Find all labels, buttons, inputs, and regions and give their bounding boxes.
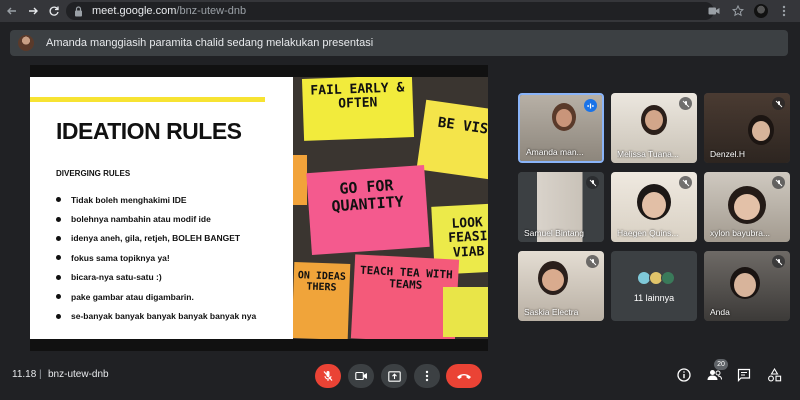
participant-tile-melissa[interactable]: Melissa Tuana... xyxy=(611,93,697,163)
slide-text-panel: IDEATION RULES DIVERGING RULES Tidak bol… xyxy=(30,77,293,339)
more-vert-icon xyxy=(425,370,429,382)
chat-button[interactable] xyxy=(735,366,753,384)
star-icon[interactable] xyxy=(730,3,746,19)
info-icon xyxy=(677,368,691,382)
meeting-controls-bar: 11.18 | bnz-utew-dnb xyxy=(0,356,800,400)
sticky-note-be-visual: BE VIS xyxy=(416,99,488,181)
participant-name: Melissa Tuana... xyxy=(617,149,679,159)
present-button[interactable] xyxy=(381,364,407,388)
rule-item: bicara-nya satu-satu :) xyxy=(56,268,256,287)
end-call-icon xyxy=(457,374,471,379)
others-count-label: 11 lainnya xyxy=(633,293,675,303)
activities-button[interactable] xyxy=(765,366,783,384)
participant-tile-haegen[interactable]: Haegen Quins... xyxy=(611,172,697,242)
rule-item: se-banyak banyak banyak banyak banyak ny… xyxy=(56,306,256,325)
rule-item: bolehnya nambahin atau modif ide xyxy=(56,209,256,228)
slide-accent-bar xyxy=(30,97,265,102)
participant-name: Amanda man... xyxy=(526,147,584,157)
activities-icon xyxy=(767,368,781,382)
participant-tile-samuel[interactable]: Samuel Bintang xyxy=(518,172,604,242)
arrow-right-icon xyxy=(29,7,38,15)
others-avatars xyxy=(637,271,675,285)
mic-off-icon xyxy=(772,255,785,268)
mic-off-icon xyxy=(323,371,333,381)
reload-button[interactable] xyxy=(45,2,63,20)
address-bar[interactable]: meet.google.com/bnz-utew-dnb xyxy=(66,2,714,20)
end-call-button[interactable] xyxy=(446,364,482,388)
participant-tile-denzel[interactable]: Denzel.H xyxy=(704,93,790,163)
url-host: meet.google.com xyxy=(92,5,177,17)
video-camera-icon[interactable] xyxy=(706,3,722,19)
separator: | xyxy=(39,369,42,380)
more-vert-icon[interactable] xyxy=(776,3,792,19)
slide-subtitle: DIVERGING RULES xyxy=(56,169,131,178)
reload-icon xyxy=(49,6,59,16)
mic-off-icon xyxy=(586,255,599,268)
participant-name: Saskia Electra xyxy=(524,307,579,317)
present-screen-icon xyxy=(387,370,401,382)
forward-button[interactable] xyxy=(24,2,42,20)
participant-name: Anda xyxy=(710,307,730,317)
rule-item: Tidak boleh menghakimi IDE xyxy=(56,190,256,209)
participant-tile-self[interactable]: Anda xyxy=(704,251,790,321)
browser-chrome: meet.google.com/bnz-utew-dnb xyxy=(0,0,800,22)
sticky-notes-photo: FAIL EARLY & OFTEN BE VIS GO FOR QUANTIT… xyxy=(293,77,488,339)
sticky-note-fail-early: FAIL EARLY & OFTEN xyxy=(301,77,415,141)
presentation-slide: IDEATION RULES DIVERGING RULES Tidak bol… xyxy=(30,65,488,351)
sticky-note-ideas: ON IDEAS THERS xyxy=(293,262,351,339)
sticky-note-go-for-quantity: GO FOR QUANTITY xyxy=(306,164,430,256)
url-path: /bnz-utew-dnb xyxy=(176,5,247,17)
arrow-left-icon xyxy=(7,7,16,15)
presenter-avatar xyxy=(18,35,34,51)
sticky-note xyxy=(443,287,488,337)
mic-off-icon xyxy=(679,176,692,189)
mic-off-icon xyxy=(679,97,692,110)
more-options-button[interactable] xyxy=(414,364,440,388)
slide-title: IDEATION RULES xyxy=(56,118,242,144)
participant-tile-amanda[interactable]: Amanda man... xyxy=(518,93,604,163)
sticky-note xyxy=(293,155,307,205)
mic-off-icon xyxy=(772,176,785,189)
meeting-time: 11.18 xyxy=(12,369,37,380)
camera-toggle-button[interactable] xyxy=(348,364,374,388)
presentation-banner: Amanda manggiasih paramita chalid sedang… xyxy=(10,30,788,56)
participant-name: Denzel.H xyxy=(710,149,745,159)
rule-item: fokus sama topiknya ya! xyxy=(56,248,256,267)
profile-avatar[interactable] xyxy=(754,4,768,18)
chat-icon xyxy=(737,368,751,382)
participant-tile-saskia[interactable]: Saskia Electra xyxy=(518,251,604,321)
mic-toggle-button[interactable] xyxy=(315,364,341,388)
people-count-badge: 20 xyxy=(714,359,728,370)
lock-icon xyxy=(74,5,86,17)
rules-list: Tidak boleh menghakimi IDE bolehnya namb… xyxy=(56,190,256,326)
camera-icon xyxy=(354,371,367,381)
people-icon xyxy=(707,370,722,380)
participant-tile-others[interactable]: 11 lainnya xyxy=(611,251,697,321)
rule-item: idenya aneh, gila, retjeh, BOLEH BANGET xyxy=(56,229,256,248)
participant-tile-xylon[interactable]: xylon bayubra... xyxy=(704,172,790,242)
participant-name: Samuel Bintang xyxy=(524,228,585,238)
meeting-info-button[interactable] xyxy=(675,366,693,384)
mic-off-icon xyxy=(772,97,785,110)
mic-off-icon xyxy=(586,176,599,189)
speaking-icon xyxy=(584,99,597,112)
meeting-code: bnz-utew-dnb xyxy=(48,369,109,380)
back-button[interactable] xyxy=(3,2,21,20)
participant-name: Haegen Quins... xyxy=(617,228,679,238)
rule-item: pake gambar atau digambarin. xyxy=(56,287,256,306)
participant-name: xylon bayubra... xyxy=(710,228,771,238)
presentation-banner-text: Amanda manggiasih paramita chalid sedang… xyxy=(46,37,374,49)
